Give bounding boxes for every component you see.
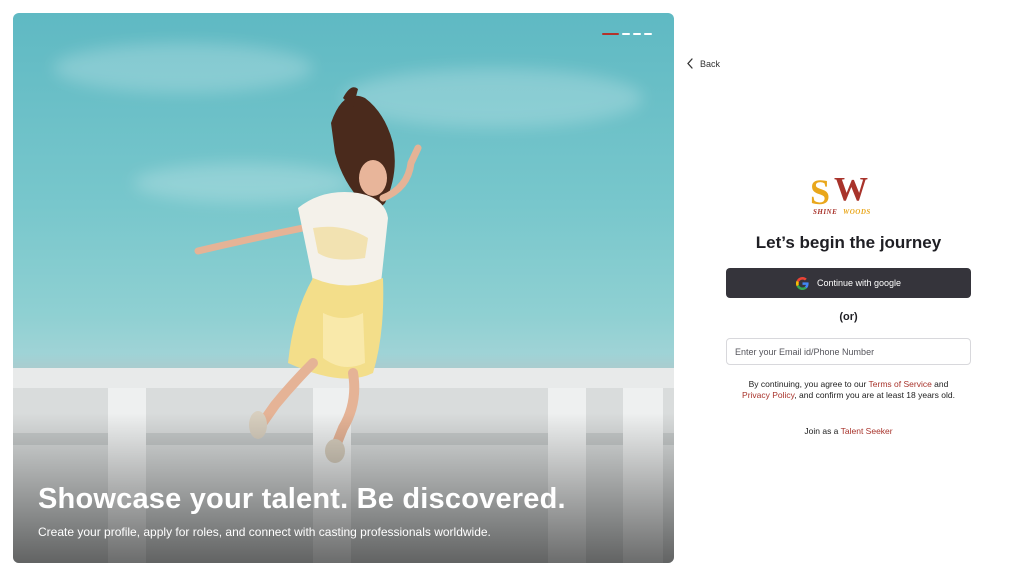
chevron-left-icon xyxy=(687,58,693,69)
hero-title: Showcase your talent. Be discovered. xyxy=(38,483,566,515)
privacy-policy-link[interactable]: Privacy Policy xyxy=(742,390,794,400)
or-divider: (or) xyxy=(839,311,858,323)
carousel-indicators xyxy=(602,33,652,35)
join-as-seeker: Join as a Talent Seeker xyxy=(726,426,971,436)
svg-text:S: S xyxy=(810,172,830,212)
back-label: Back xyxy=(700,58,721,69)
join-prefix: Join as a xyxy=(804,426,841,436)
terms-and: and xyxy=(931,379,949,389)
back-button[interactable]: Back xyxy=(686,58,720,69)
svg-text:SHINE: SHINE xyxy=(813,208,837,216)
svg-text:WOODS: WOODS xyxy=(843,208,871,216)
email-phone-input[interactable] xyxy=(726,338,971,365)
carousel-dot-active[interactable] xyxy=(602,33,619,35)
terms-of-service-link[interactable]: Terms of Service xyxy=(869,379,932,389)
continue-with-google-button[interactable]: Continue with google xyxy=(726,268,971,298)
shinewoods-logo: S W SHINE WOODS xyxy=(810,171,871,216)
terms-suffix: , and confirm you are at least 18 years … xyxy=(794,390,955,400)
hero-banner: Showcase your talent. Be discovered. Cre… xyxy=(13,13,674,563)
talent-seeker-link[interactable]: Talent Seeker xyxy=(841,426,893,436)
hero-subtitle: Create your profile, apply for roles, an… xyxy=(38,525,491,539)
svg-text:W: W xyxy=(834,171,868,208)
carousel-dot[interactable] xyxy=(622,33,630,35)
page-heading: Let’s begin the journey xyxy=(755,233,942,252)
continue-with-google-label: Continue with google xyxy=(816,278,902,288)
terms-prefix: By continuing, you agree to our xyxy=(748,379,869,389)
carousel-dot[interactable] xyxy=(633,33,641,35)
google-icon xyxy=(795,276,809,290)
carousel-dot[interactable] xyxy=(644,33,652,35)
terms-text: By continuing, you agree to our Terms of… xyxy=(726,379,971,401)
